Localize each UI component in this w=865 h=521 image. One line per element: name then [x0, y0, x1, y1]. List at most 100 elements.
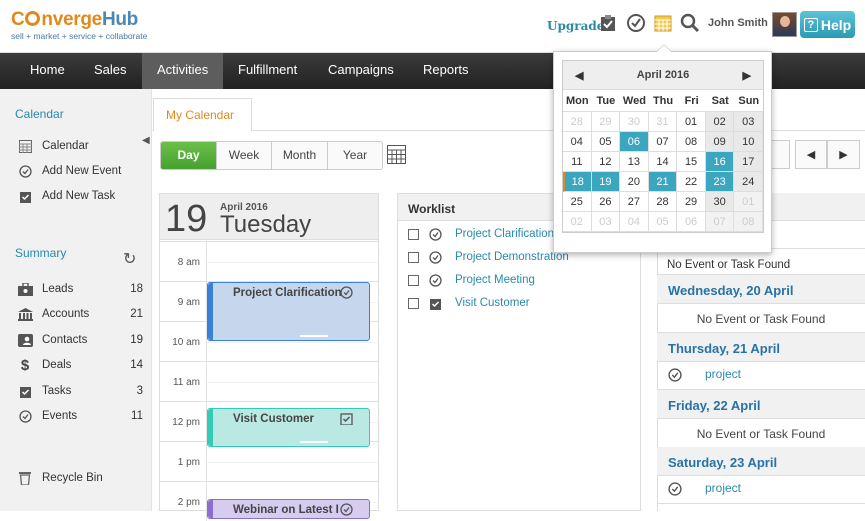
calendar-day[interactable]: 23: [705, 172, 735, 192]
calendar-day[interactable]: 09: [705, 132, 735, 152]
calendar-day[interactable]: 24: [734, 172, 763, 192]
calendar-day[interactable]: 02: [563, 212, 592, 232]
agenda-item-link[interactable]: project: [705, 481, 741, 495]
nav-home[interactable]: Home: [15, 53, 80, 89]
search-icon[interactable]: [679, 12, 701, 34]
user-name[interactable]: John Smith: [708, 17, 768, 29]
calendar-day[interactable]: 05: [591, 132, 621, 152]
worklist-label[interactable]: Project Clarification: [455, 228, 554, 240]
resize-handle[interactable]: [300, 441, 328, 443]
calendar-day[interactable]: 30: [620, 112, 649, 132]
calendar-day[interactable]: 17: [734, 152, 763, 172]
event-icon[interactable]: [625, 12, 647, 34]
refresh-icon[interactable]: ↻: [123, 249, 136, 269]
event-webinar[interactable]: Webinar on Latest I: [207, 499, 370, 519]
worklist-item[interactable]: Visit Customer: [408, 295, 530, 311]
sidebar-item-contacts[interactable]: Contacts 19: [17, 332, 143, 348]
worklist-label[interactable]: Visit Customer: [455, 297, 530, 309]
worklist-label[interactable]: Project Meeting: [455, 274, 535, 286]
calendar-day[interactable]: 28: [648, 192, 678, 212]
calendar-day[interactable]: 03: [591, 212, 621, 232]
sidebar-calendar-heading[interactable]: Calendar: [15, 107, 64, 121]
calendar-day[interactable]: 08: [677, 132, 706, 152]
nav-activities[interactable]: Activities: [142, 53, 224, 89]
hour-slot[interactable]: 11 am: [160, 361, 378, 401]
worklist-checkbox[interactable]: [408, 297, 419, 309]
calendar-day[interactable]: 22: [677, 172, 706, 192]
hour-slot[interactable]: 1 pm: [160, 441, 378, 481]
worklist-item[interactable]: Project Clarification: [408, 226, 554, 242]
app-logo[interactable]: CnvergeHub sell + market + service + col…: [11, 9, 147, 41]
calendar-day[interactable]: 21: [648, 172, 678, 192]
calendar-day[interactable]: 10: [734, 132, 763, 152]
today-button[interactable]: [770, 140, 790, 169]
avatar[interactable]: [772, 12, 797, 37]
calendar-day[interactable]: 13: [620, 152, 649, 172]
calendar-grid-icon[interactable]: [387, 145, 406, 167]
calendar-day[interactable]: 28: [563, 112, 592, 132]
calendar-day[interactable]: 29: [677, 192, 706, 212]
view-week-button[interactable]: Week: [217, 142, 272, 169]
calendar-day[interactable]: 26: [591, 192, 621, 212]
resize-handle[interactable]: [300, 335, 328, 337]
hour-slot[interactable]: 8 am: [160, 241, 378, 281]
sidebar-item-add-event[interactable]: Add New Event: [17, 163, 143, 179]
worklist-item[interactable]: Project Demonstration: [408, 249, 569, 265]
calendar-day[interactable]: 14: [648, 152, 678, 172]
collapse-sidebar-icon[interactable]: ◀: [142, 135, 150, 146]
worklist-checkbox[interactable]: [408, 251, 419, 263]
calendar-day[interactable]: 15: [677, 152, 706, 172]
calendar-day[interactable]: 11: [563, 152, 592, 172]
view-year-button[interactable]: Year: [328, 142, 382, 169]
calendar-day[interactable]: 18: [563, 172, 592, 192]
calendar-day[interactable]: 29: [591, 112, 621, 132]
calendar-day[interactable]: 03: [734, 112, 763, 132]
calendar-day[interactable]: 08: [734, 212, 763, 232]
agenda-item-link[interactable]: project: [705, 367, 741, 381]
sidebar-item-add-task[interactable]: Add New Task: [17, 188, 143, 204]
event-project-clarification[interactable]: Project Clarification: [207, 282, 370, 341]
sidebar-item-events[interactable]: Events 11: [17, 408, 143, 424]
event-visit-customer[interactable]: Visit Customer: [207, 408, 370, 447]
agenda-row[interactable]: project: [657, 362, 865, 390]
prev-button[interactable]: ◀: [795, 140, 827, 169]
sidebar-item-tasks[interactable]: Tasks 3: [17, 383, 143, 399]
calendar-day[interactable]: 19: [591, 172, 621, 192]
task-icon[interactable]: [597, 12, 619, 34]
sidebar-item-accounts[interactable]: Accounts 21: [17, 306, 143, 322]
agenda-row[interactable]: project: [657, 476, 865, 504]
calendar-day[interactable]: 05: [648, 212, 678, 232]
worklist-label[interactable]: Project Demonstration: [455, 251, 569, 263]
calendar-day[interactable]: 04: [563, 132, 592, 152]
calendar-day[interactable]: 16: [705, 152, 735, 172]
worklist-checkbox[interactable]: [408, 228, 419, 240]
calendar-day[interactable]: 06: [620, 132, 649, 152]
sidebar-item-deals[interactable]: $ Deals 14: [17, 357, 143, 374]
calendar-day[interactable]: 07: [705, 212, 735, 232]
calendar-day[interactable]: 12: [591, 152, 621, 172]
calendar-day[interactable]: 01: [734, 192, 763, 212]
next-button[interactable]: ▶: [827, 140, 860, 169]
calendar-day[interactable]: 25: [563, 192, 592, 212]
sidebar-item-recycle-bin[interactable]: Recycle Bin: [17, 470, 143, 486]
nav-fulfillment[interactable]: Fulfillment: [223, 53, 312, 89]
calendar-day[interactable]: 27: [620, 192, 649, 212]
calendar-day[interactable]: 07: [648, 132, 678, 152]
tab-my-calendar[interactable]: My Calendar: [153, 98, 252, 131]
calendar-day[interactable]: 31: [648, 112, 678, 132]
calendar-day[interactable]: 01: [677, 112, 706, 132]
nav-sales[interactable]: Sales: [79, 53, 142, 89]
view-day-button[interactable]: Day: [161, 142, 217, 169]
sidebar-item-leads[interactable]: Leads 18: [17, 281, 143, 297]
nav-campaigns[interactable]: Campaigns: [313, 53, 409, 89]
sidebar-item-calendar[interactable]: Calendar: [17, 138, 143, 154]
worklist-item[interactable]: Project Meeting: [408, 272, 535, 288]
nav-reports[interactable]: Reports: [408, 53, 484, 89]
next-month-icon[interactable]: ▶: [743, 69, 751, 82]
help-button[interactable]: ? Help: [800, 11, 855, 38]
calendar-day[interactable]: 06: [677, 212, 706, 232]
calendar-icon[interactable]: [652, 12, 674, 34]
prev-month-icon[interactable]: ◀: [575, 69, 583, 82]
calendar-day[interactable]: 04: [620, 212, 649, 232]
calendar-day[interactable]: 02: [705, 112, 735, 132]
